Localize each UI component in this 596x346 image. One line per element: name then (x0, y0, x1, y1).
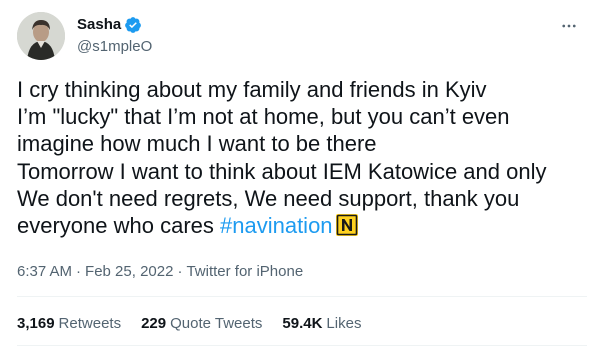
hashtag-link[interactable]: #navination (220, 213, 333, 238)
tweet-date[interactable]: Feb 25, 2022 (85, 262, 173, 282)
tweet-source[interactable]: Twitter for iPhone (186, 262, 303, 282)
divider (17, 296, 587, 297)
tweet-line: Tomorrow I want to think about IEM Katow… (17, 158, 547, 184)
tweet-line: We don't need regrets, We need support, … (17, 185, 520, 211)
tweet-line: everyone who cares (17, 213, 220, 239)
quote-tweets-label: Quote Tweets (170, 315, 263, 332)
avatar-image (17, 12, 65, 60)
quote-tweets-count: 229 (141, 315, 167, 332)
retweets-stat[interactable]: 3,169 Retweets (17, 314, 121, 334)
display-name[interactable]: Sasha (77, 15, 121, 35)
user-handle[interactable]: @s1mpleO (77, 37, 152, 57)
likes-count: 59.4K (282, 315, 323, 332)
verified-badge-icon (124, 16, 142, 34)
tweet-header: Sasha @s1mpleO (17, 12, 587, 60)
retweets-count: 3,169 (17, 315, 55, 332)
navi-flag-icon (335, 214, 358, 237)
tweet-time[interactable]: 6:37 AM (17, 262, 72, 282)
meta-separator: · (76, 263, 82, 280)
tweet-meta: 6:37 AM · Feb 25, 2022 · Twitter for iPh… (17, 262, 303, 282)
likes-label: Likes (326, 315, 362, 332)
likes-stat[interactable]: 59.4K Likes (282, 314, 361, 334)
more-options-icon[interactable] (555, 12, 583, 40)
tweet-line: I’m "lucky" that I’m not at home, but yo… (17, 104, 510, 130)
user-names: Sasha @s1mpleO (77, 14, 152, 57)
quote-tweets-stat[interactable]: 229 Quote Tweets (141, 314, 262, 334)
tweet-line: I cry thinking about my family and frien… (17, 77, 487, 102)
tweet-text: I cry thinking about my family and frien… (17, 76, 587, 239)
meta-separator: · (177, 263, 183, 280)
avatar[interactable] (17, 12, 65, 60)
tweet-stats: 3,169 Retweets 229 Quote Tweets 59.4K Li… (17, 314, 381, 334)
retweets-label: Retweets (58, 315, 122, 332)
tweet-line: imagine how much I want to be there (17, 131, 377, 157)
tweet-card: Sasha @s1mpleO I cry thinking about my f… (0, 0, 596, 346)
